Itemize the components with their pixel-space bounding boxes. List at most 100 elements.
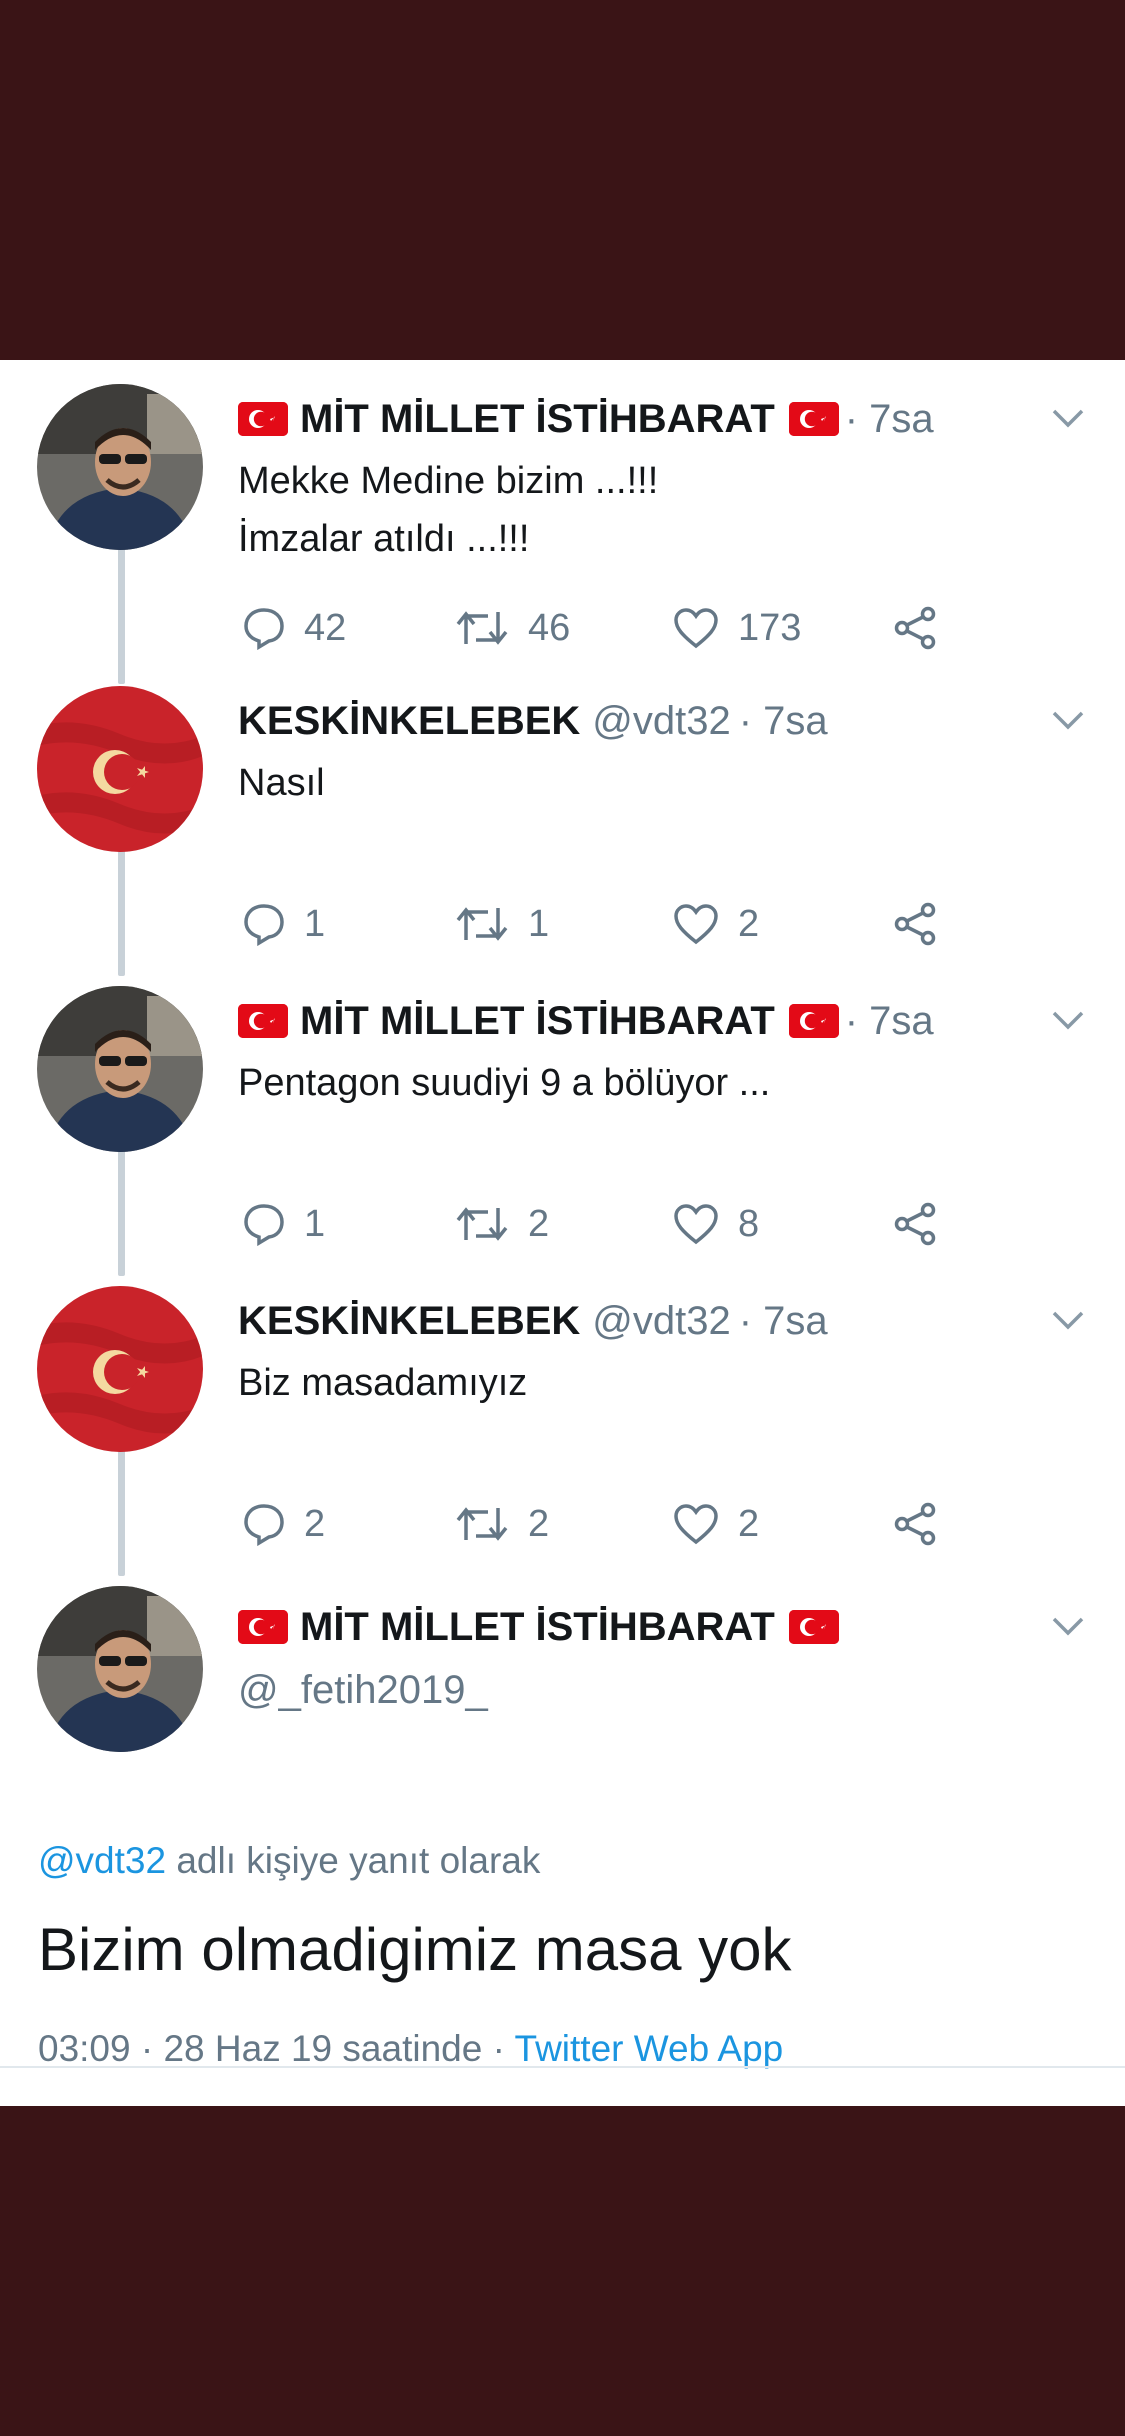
tweet-header: KESKİNKELEBEK @vdt32 · 7sa [238, 694, 828, 748]
tweet-text: Pentagon suudiyi 9 a bölüyor ... [238, 1062, 771, 1104]
avatar[interactable] [37, 384, 203, 550]
tweet[interactable]: KESKİNKELEBEK @vdt32 · 7sa Nasıl 1 1 2 [0, 676, 1125, 976]
avatar-flag-image [37, 1286, 203, 1452]
like-count: 2 [738, 902, 760, 945]
author-handle[interactable]: @vdt32 [592, 699, 730, 744]
like-button[interactable]: 2 [672, 902, 892, 946]
author-name[interactable]: KESKİNKELEBEK [238, 1299, 580, 1344]
avatar[interactable] [37, 1586, 203, 1752]
share-button[interactable] [892, 1202, 940, 1246]
author-handle[interactable]: @vdt32 [592, 1299, 730, 1344]
tweet-time[interactable]: · 7sa [739, 1299, 828, 1344]
retweet-button[interactable]: 2 [454, 1202, 672, 1246]
chevron-down-icon[interactable] [1051, 708, 1085, 732]
tweet-text: Mekke Medine bizim ...!!! İmzalar atıldı… [238, 460, 659, 560]
reply-count: 42 [304, 606, 347, 649]
retweet-icon [456, 1507, 508, 1541]
reply-mention-link[interactable]: @vdt32 [38, 1840, 166, 1881]
heart-icon [674, 904, 718, 945]
turkish-flag-icon [788, 1004, 839, 1038]
chevron-down-icon[interactable] [1051, 1614, 1085, 1638]
tweet-actions: 1 2 8 [242, 1196, 940, 1252]
turkish-flag-icon [238, 1610, 288, 1644]
heart-icon [674, 608, 718, 649]
avatar-man-image [37, 384, 203, 550]
heart-icon [674, 1204, 718, 1245]
like-count: 173 [738, 606, 802, 649]
turkish-flag-icon [238, 1004, 288, 1038]
tweet-actions: 1 1 2 [242, 896, 940, 952]
replying-to: @vdt32 adlı kişiye yanıt olarak [38, 1840, 540, 1882]
tweet-text: Biz masadamıyız [238, 1362, 528, 1404]
tweet-time[interactable]: · 7sa [845, 999, 934, 1044]
tweet-header: MİT MİLLET İSTİHBARAT · 7sa [238, 392, 934, 446]
chevron-down-icon[interactable] [1051, 1308, 1085, 1332]
avatar[interactable] [37, 986, 203, 1152]
tweet-header: MİT MİLLET İSTİHBARAT · 7sa [238, 994, 934, 1048]
avatar[interactable] [37, 686, 203, 852]
tweet-thread-screenshot: MİT MİLLET İSTİHBARAT · 7sa Mekke Medine… [0, 360, 1125, 2106]
focused-tweet[interactable]: MİT MİLLET İSTİHBARAT @_fetih2019_ [0, 1576, 1125, 1826]
avatar-flag-image [37, 686, 203, 852]
source-app-link[interactable]: Twitter Web App [515, 2028, 784, 2069]
timestamp-text[interactable]: 03:09 · 28 Haz 19 saatinde · [38, 2028, 515, 2069]
turkish-flag-icon [788, 1610, 839, 1644]
replying-label: adlı kişiye yanıt olarak [166, 1840, 541, 1881]
author-handle[interactable]: @_fetih2019_ [238, 1668, 488, 1713]
retweet-count: 2 [528, 1502, 550, 1545]
tweet-text: Nasıl [238, 762, 325, 804]
reply-icon [244, 608, 284, 650]
tweet-time[interactable]: · 7sa [845, 397, 934, 442]
reply-count: 2 [304, 1502, 326, 1545]
reply-icon [244, 1504, 284, 1546]
top-dark-band [0, 0, 1125, 360]
like-button[interactable]: 173 [672, 606, 892, 650]
chevron-down-icon[interactable] [1051, 1008, 1085, 1032]
avatar-man-image [37, 986, 203, 1152]
tweet[interactable]: MİT MİLLET İSTİHBARAT · 7sa Pentagon suu… [0, 976, 1125, 1276]
retweet-button[interactable]: 1 [454, 902, 672, 946]
retweet-icon [456, 611, 508, 645]
share-button[interactable] [892, 902, 940, 946]
share-icon [894, 902, 936, 946]
retweet-icon [456, 1207, 508, 1241]
share-icon [894, 1502, 936, 1546]
reply-icon [244, 904, 284, 946]
tweet[interactable]: MİT MİLLET İSTİHBARAT · 7sa Mekke Medine… [0, 374, 1125, 674]
author-name[interactable]: MİT MİLLET İSTİHBARAT [300, 999, 775, 1044]
tweet-header: KESKİNKELEBEK @vdt32 · 7sa [238, 1294, 828, 1348]
tweet-time[interactable]: · 7sa [739, 699, 828, 744]
retweet-icon [456, 907, 508, 941]
retweet-count: 1 [528, 902, 550, 945]
heart-icon [674, 1504, 718, 1545]
tweet-timestamp: 03:09 · 28 Haz 19 saatinde · Twitter Web… [38, 2028, 783, 2070]
like-count: 2 [738, 1502, 760, 1545]
share-icon [894, 1202, 936, 1246]
retweet-button[interactable]: 2 [454, 1502, 672, 1546]
reply-button[interactable]: 1 [242, 902, 454, 946]
bottom-dark-band [0, 2106, 1125, 2436]
like-button[interactable]: 2 [672, 1502, 892, 1546]
focused-tweet-text: Bizim olmadigimiz masa yok [38, 1916, 792, 1983]
share-button[interactable] [892, 606, 940, 650]
author-name[interactable]: MİT MİLLET İSTİHBARAT [300, 397, 775, 442]
author-name[interactable]: MİT MİLLET İSTİHBARAT [300, 1605, 775, 1650]
share-icon [894, 606, 936, 650]
reply-button[interactable]: 1 [242, 1202, 454, 1246]
reply-button[interactable]: 42 [242, 606, 454, 650]
tweet-header: MİT MİLLET İSTİHBARAT [238, 1600, 845, 1654]
author-name[interactable]: KESKİNKELEBEK [238, 699, 580, 744]
share-button[interactable] [892, 1502, 940, 1546]
like-button[interactable]: 8 [672, 1202, 892, 1246]
tweet-actions: 2 2 2 [242, 1496, 940, 1552]
chevron-down-icon[interactable] [1051, 406, 1085, 430]
reply-button[interactable]: 2 [242, 1502, 454, 1546]
reply-icon [244, 1204, 284, 1246]
avatar[interactable] [37, 1286, 203, 1452]
retweet-button[interactable]: 46 [454, 606, 672, 650]
avatar-man-image [37, 1586, 203, 1752]
tweet[interactable]: KESKİNKELEBEK @vdt32 · 7sa Biz masadamıy… [0, 1276, 1125, 1576]
tweet-actions: 42 46 173 [242, 600, 940, 656]
divider [0, 2066, 1125, 2068]
turkish-flag-icon [788, 402, 839, 436]
